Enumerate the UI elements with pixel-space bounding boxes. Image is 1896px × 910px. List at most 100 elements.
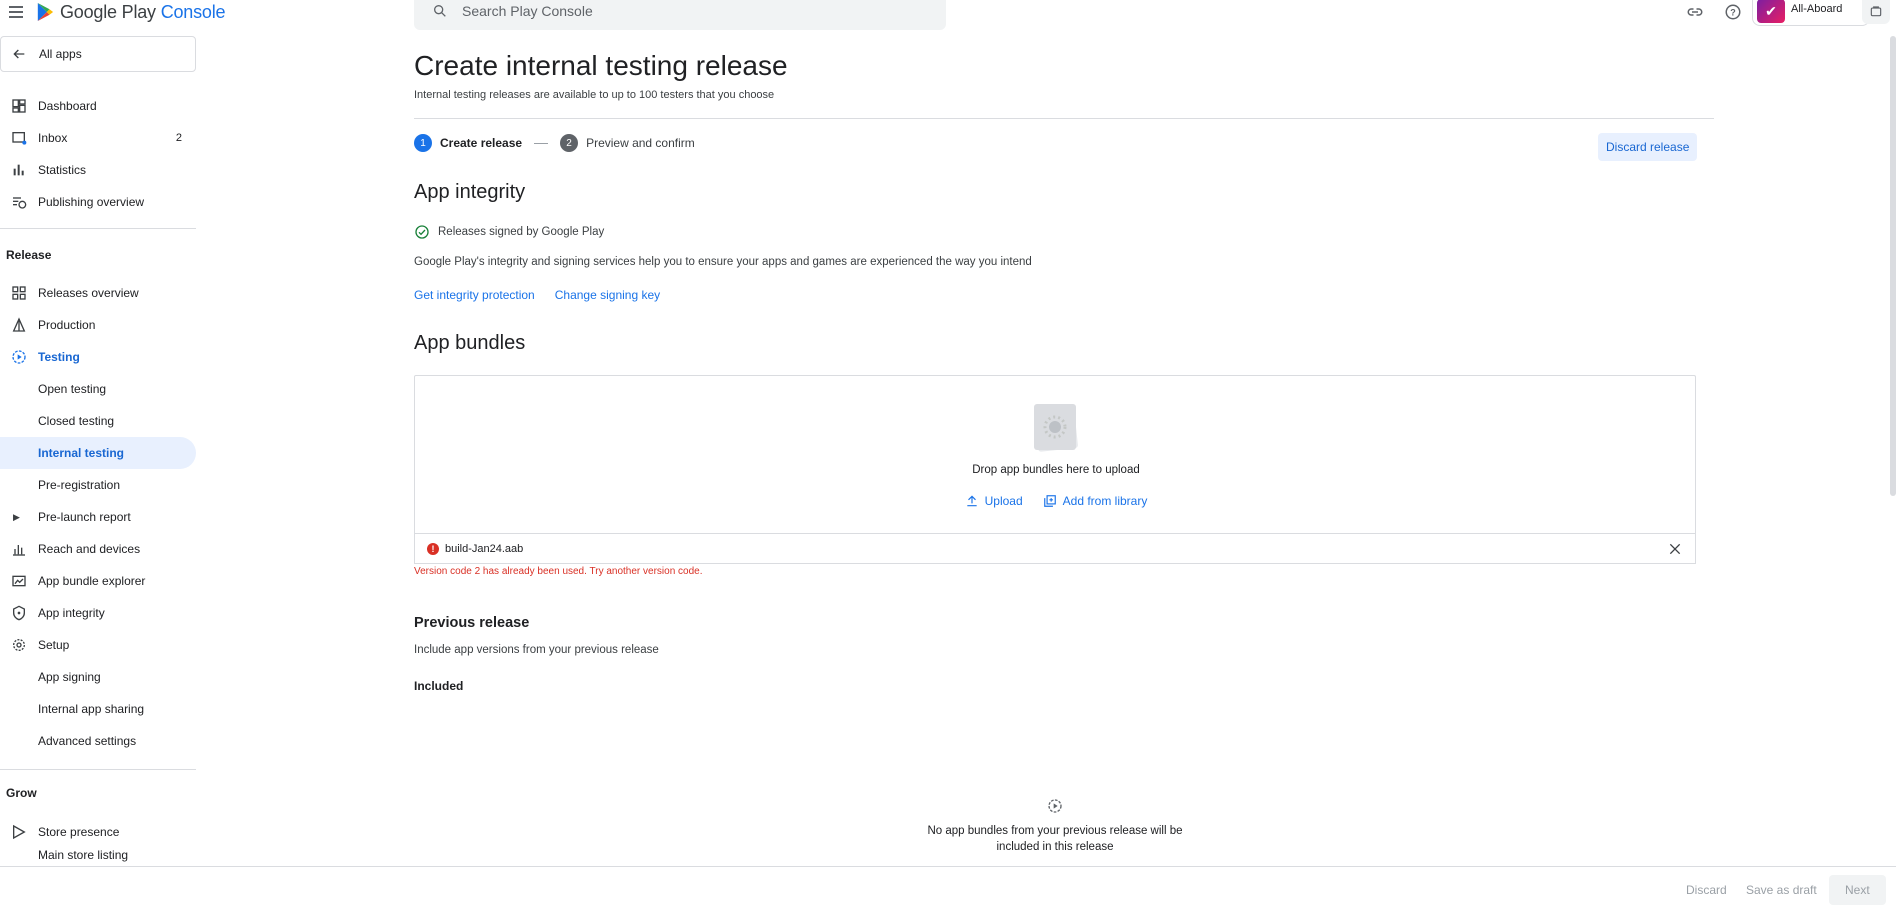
upload-icon <box>966 495 977 507</box>
sidebar-divider <box>0 769 196 770</box>
sidebar-item-open-testing[interactable]: Open testing <box>0 373 196 405</box>
sidebar-item-production[interactable]: Production <box>0 309 196 341</box>
sidebar-item-label: Production <box>38 318 96 332</box>
sidebar-item-pre-registration[interactable]: Pre-registration <box>0 469 196 501</box>
caret-right-icon: ▶ <box>13 511 20 522</box>
signing-status-text: Releases signed by Google Play <box>438 226 605 238</box>
gear-icon <box>0 637 38 653</box>
sidebar-item-app-signing[interactable]: App signing <box>0 661 196 693</box>
save-as-draft-button[interactable]: Save as draft <box>1738 875 1825 905</box>
step-connector <box>534 142 549 144</box>
previous-release-empty-state: No app bundles from your previous releas… <box>414 798 1696 855</box>
account-name: All-Aboard <box>1791 3 1843 15</box>
inbox-count-badge: 2 <box>175 132 182 144</box>
sidebar-item-setup[interactable]: Setup <box>0 629 196 661</box>
step-preview-and-confirm[interactable]: Preview and confirm <box>586 136 695 150</box>
developer-account-icon[interactable] <box>1862 0 1890 24</box>
search-input[interactable] <box>462 3 882 19</box>
sidebar-item-closed-testing[interactable]: Closed testing <box>0 405 196 437</box>
logo-text: Google Play Console <box>60 1 226 22</box>
upload-button[interactable]: Upload <box>965 494 1023 508</box>
sidebar-item-label: Closed testing <box>38 414 115 428</box>
sidebar-item-publishing-overview[interactable]: Publishing overview <box>0 186 196 218</box>
bar-chart-icon <box>0 162 38 178</box>
search-icon <box>434 4 446 17</box>
sidebar-item-statistics[interactable]: Statistics <box>0 154 196 186</box>
sidebar-item-inbox[interactable]: Inbox 2 <box>0 122 196 154</box>
integrity-links: Get integrity protection Change signing … <box>414 288 660 302</box>
next-button[interactable]: Next <box>1829 875 1886 905</box>
dropzone-text: Drop app bundles here to upload <box>972 464 1140 476</box>
sidebar-item-main-store-listing[interactable]: Main store listing <box>0 848 196 868</box>
sidebar-item-label: Store presence <box>38 825 120 839</box>
app-bundles-heading: App bundles <box>414 332 526 354</box>
sidebar-item-label: Internal testing <box>38 446 125 460</box>
add-from-library-label: Add from library <box>1062 494 1148 508</box>
error-icon: ! <box>427 542 439 555</box>
close-icon[interactable] <box>1667 541 1683 557</box>
step-2-number: 2 <box>560 134 579 152</box>
account-switcher[interactable]: ✔ All-Aboard <box>1752 0 1870 26</box>
step-create-release[interactable]: Create release <box>440 136 522 150</box>
sidebar-item-label: App bundle explorer <box>38 574 146 588</box>
sidebar-item-testing[interactable]: Testing <box>0 341 196 373</box>
main-menu-button[interactable] <box>6 2 26 22</box>
app-bundle-dropzone[interactable]: Drop app bundles here to upload Upload A… <box>414 375 1696 533</box>
page-title: Create internal testing release <box>414 50 788 81</box>
bundle-explorer-icon <box>0 573 38 589</box>
play-console-logo[interactable]: Google Play Console <box>36 0 226 24</box>
search-bar[interactable] <box>414 0 946 30</box>
sidebar-item-internal-testing[interactable]: Internal testing <box>0 437 196 469</box>
publishing-icon <box>0 194 38 210</box>
dashboard-icon <box>0 98 38 114</box>
app-integrity-heading: App integrity <box>414 181 526 203</box>
sidebar-item-app-integrity[interactable]: App integrity <box>0 597 196 629</box>
sidebar-item-label: Internal app sharing <box>38 702 145 716</box>
svg-text:?: ? <box>1730 7 1736 17</box>
change-signing-key-link[interactable]: Change signing key <box>555 288 660 302</box>
previous-release-heading: Previous release <box>414 615 530 631</box>
included-label: Included <box>414 679 464 693</box>
all-apps-button[interactable]: All apps <box>0 36 196 72</box>
release-pending-icon <box>1048 799 1062 813</box>
file-name: build-Jan24.aab <box>445 542 524 555</box>
integrity-description: Google Play's integrity and signing serv… <box>414 256 1032 268</box>
google-play-logo-icon <box>37 3 54 21</box>
page-scrollbar[interactable] <box>1890 36 1896 496</box>
sidebar-item-label: Releases overview <box>38 286 139 300</box>
sidebar-item-pre-launch-report[interactable]: ▶ Pre-launch report <box>0 501 196 533</box>
sidebar-item-label: Setup <box>38 638 70 652</box>
version-code-error: Version code 2 has already been used. Tr… <box>414 566 703 577</box>
sidebar-item-reach-and-devices[interactable]: Reach and devices <box>0 533 196 565</box>
sidebar-item-internal-app-sharing[interactable]: Internal app sharing <box>0 693 196 725</box>
sidebar-item-label: Advanced settings <box>38 734 137 748</box>
dropzone-actions: Upload Add from library <box>415 494 1697 508</box>
check-circle-icon <box>415 225 429 239</box>
sidebar-item-dashboard[interactable]: Dashboard <box>0 90 196 122</box>
sidebar-item-label: Dashboard <box>38 99 97 113</box>
sidebar-item-store-presence[interactable]: Store presence <box>0 816 196 848</box>
reach-icon <box>0 541 38 557</box>
sidebar-item-advanced-settings[interactable]: Advanced settings <box>0 725 196 757</box>
link-icon[interactable] <box>1683 0 1707 24</box>
help-icon[interactable]: ? <box>1721 0 1745 24</box>
app-bundle-illustration-icon <box>1034 404 1078 452</box>
discard-release-button[interactable]: Discard release <box>1598 133 1698 161</box>
production-icon <box>0 317 38 333</box>
inbox-icon <box>0 130 38 146</box>
testing-icon <box>0 349 38 365</box>
discard-button[interactable]: Discard <box>1678 875 1735 905</box>
empty-state-line-1: No app bundles from your previous releas… <box>927 825 1183 837</box>
sidebar-item-label: Reach and devices <box>38 542 141 556</box>
add-from-library-button[interactable]: Add from library <box>1043 494 1148 508</box>
sidebar-item-releases-overview[interactable]: Releases overview <box>0 277 196 309</box>
signing-status: Releases signed by Google Play <box>414 224 604 240</box>
uploaded-file-row: ! build-Jan24.aab <box>414 533 1696 564</box>
sidebar-item-label: Statistics <box>38 163 87 177</box>
get-integrity-protection-link[interactable]: Get integrity protection <box>414 288 535 302</box>
sidebar-item-label: Publishing overview <box>38 195 145 209</box>
shield-icon <box>0 605 38 621</box>
header-divider <box>414 118 1714 119</box>
sidebar-item-app-bundle-explorer[interactable]: App bundle explorer <box>0 565 196 597</box>
library-add-icon <box>1043 495 1056 507</box>
